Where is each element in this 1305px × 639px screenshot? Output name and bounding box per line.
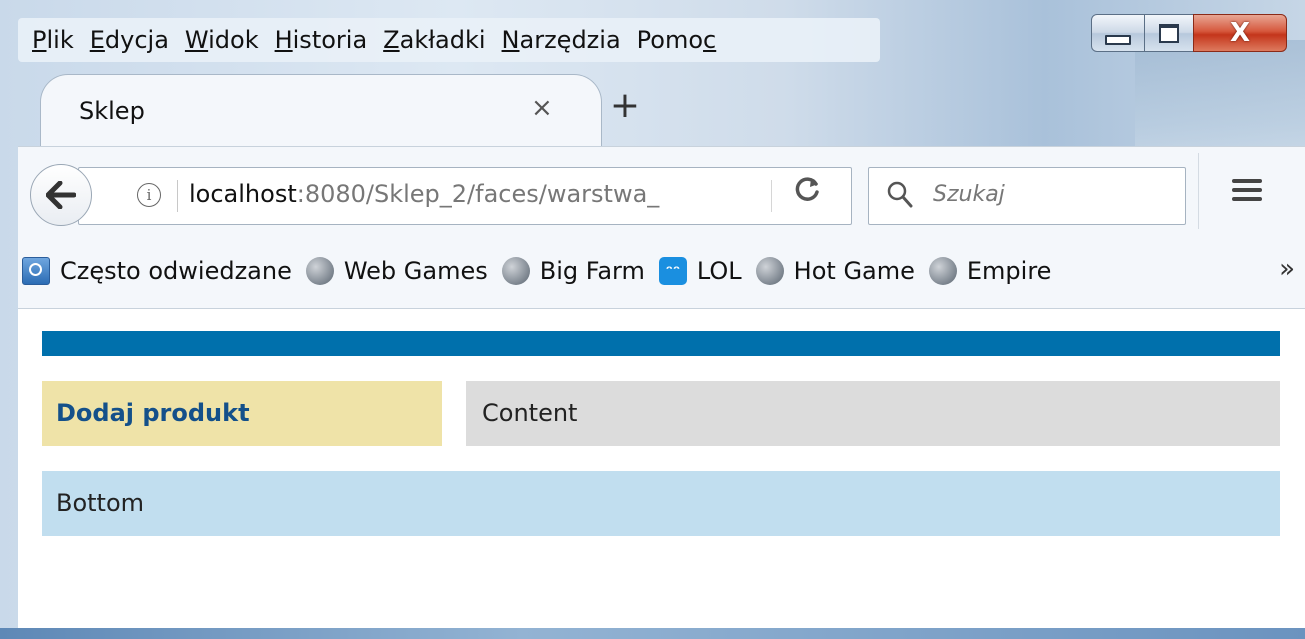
search-icon [887, 181, 913, 213]
url-separator [177, 180, 178, 212]
url-reload-separator [771, 180, 772, 212]
window-controls: X [1091, 14, 1287, 52]
bookmark-empire[interactable]: Empire [928, 257, 1051, 285]
globe-icon [928, 257, 957, 285]
menu-pomoc[interactable]: Pomoc [629, 18, 725, 62]
search-placeholder: Szukaj [933, 182, 1005, 207]
smiley-icon: ᵔᵔ [658, 257, 687, 285]
menu-bar: Plik Edycja Widok Historia Zakładki Narz… [18, 18, 880, 62]
new-tab-button[interactable]: + [608, 84, 642, 128]
window-bottom-edge [0, 628, 1305, 639]
url-path: :8080/Sklep_2/faces/warstwa_ [296, 180, 660, 208]
menu-edycja[interactable]: Edycja [82, 18, 177, 62]
site-info-icon[interactable]: i [137, 183, 161, 207]
page-viewport: Dodaj produkt Content Bottom [18, 309, 1305, 628]
menu-widok[interactable]: Widok [177, 18, 267, 62]
menu-zakladki[interactable]: Zakładki [375, 18, 493, 62]
toolbar-separator [1198, 153, 1199, 229]
page-header-bar [42, 331, 1280, 356]
globe-icon [755, 257, 784, 285]
bookmark-lol[interactable]: ᵔᵔ LOL [658, 257, 742, 285]
menu-plik[interactable]: Plik [18, 18, 82, 62]
bookmark-web-games[interactable]: Web Games [305, 257, 488, 285]
tab-close-icon[interactable]: × [531, 93, 553, 123]
bookmarks-toolbar: Często odwiedzane Web Games Big Farm ᵔᵔ L… [18, 234, 1305, 309]
menu-narzedzia[interactable]: Narzędzia [494, 18, 629, 62]
globe-icon [501, 257, 530, 285]
close-icon: X [1229, 18, 1251, 48]
minimize-icon [1105, 35, 1131, 45]
bookmark-big-farm[interactable]: Big Farm [501, 257, 645, 285]
hamburger-menu-icon[interactable] [1232, 179, 1262, 206]
bookmark-folder-icon [22, 257, 50, 285]
back-arrow-icon [46, 181, 76, 209]
add-product-link[interactable]: Dodaj produkt [42, 381, 442, 446]
tab-title: Sklep [79, 97, 145, 125]
browser-window: Plik Edycja Widok Historia Zakładki Narz… [0, 0, 1305, 639]
reload-icon[interactable] [795, 176, 821, 209]
content-panel: Content [466, 381, 1280, 446]
globe-icon [305, 257, 334, 285]
bottom-panel: Bottom [42, 471, 1280, 536]
bookmarks-overflow-icon[interactable]: » [1279, 254, 1295, 284]
url-host: localhost [189, 180, 297, 208]
back-button[interactable] [30, 164, 92, 226]
maximize-icon [1159, 23, 1179, 43]
search-bar[interactable]: Szukaj [868, 167, 1186, 225]
close-window-button[interactable]: X [1193, 14, 1287, 52]
url-bar[interactable]: i localhost:8080/Sklep_2/faces/warstwa_ [78, 167, 852, 225]
menu-historia[interactable]: Historia [267, 18, 376, 62]
navigation-toolbar: i localhost:8080/Sklep_2/faces/warstwa_ … [18, 146, 1305, 235]
url-text[interactable]: localhost:8080/Sklep_2/faces/warstwa_ [189, 180, 659, 208]
bookmark-czesto-odwiedzane[interactable]: Często odwiedzane [22, 257, 292, 285]
minimize-button[interactable] [1091, 14, 1145, 52]
bookmark-hot-game[interactable]: Hot Game [755, 257, 915, 285]
tab-sklep[interactable]: Sklep × [40, 74, 602, 149]
maximize-button[interactable] [1145, 14, 1193, 52]
